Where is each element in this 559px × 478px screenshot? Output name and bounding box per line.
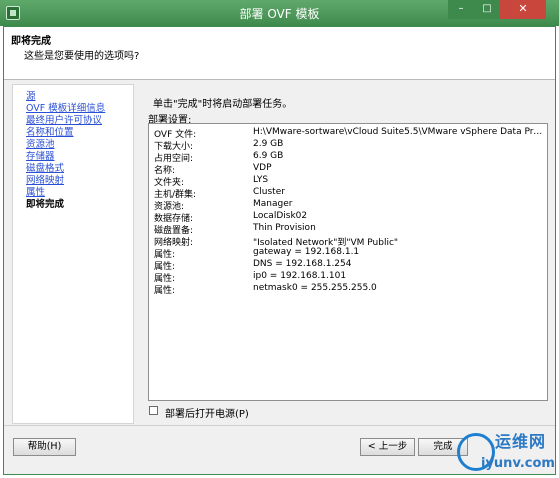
back-button[interactable]: < 上一步 — [360, 438, 415, 456]
page-title: 即将完成 — [11, 36, 51, 47]
setting-value: netmask0 = 255.255.255.0 — [253, 283, 377, 293]
settings-row: 文件夹: LYS — [149, 175, 547, 188]
settings-row: 名称: VDP — [149, 163, 547, 176]
title-bar: 部署 OVF 模板 – □ ✕ — [0, 0, 559, 26]
setting-value: Thin Provision — [253, 223, 316, 233]
footer-divider — [4, 425, 555, 426]
maximize-button[interactable]: □ — [474, 0, 500, 19]
watermark-subtext: iyunv.com — [481, 456, 555, 471]
settings-row: 属性: DNS = 192.168.1.254 — [149, 259, 547, 272]
settings-row: 属性: gateway = 192.168.1.1 — [149, 247, 547, 260]
watermark: 运维网 iyunv.com — [457, 427, 557, 477]
wizard-content: 单击"完成"时将启动部署任务。 部署设置: OVF 文件: H:\VMware-s… — [137, 84, 550, 424]
setting-value: LYS — [253, 175, 269, 185]
settings-row: 网络映射: "Isolated Network"到"VM Public" — [149, 235, 547, 248]
instruction-text: 单击"完成"时将启动部署任务。 — [153, 99, 293, 110]
setting-key: 属性: — [154, 286, 176, 296]
close-button[interactable]: ✕ — [500, 0, 546, 19]
setting-value: gateway = 192.168.1.1 — [253, 247, 360, 257]
help-button[interactable]: 帮助(H) — [13, 438, 76, 456]
setting-value: Cluster — [253, 187, 285, 197]
settings-row: 属性: ip0 = 192.168.1.101 — [149, 271, 547, 284]
settings-row: 占用空间: 6.9 GB — [149, 151, 547, 164]
settings-row: 数据存储: LocalDisk02 — [149, 211, 547, 224]
settings-row: 下载大小: 2.9 GB — [149, 139, 547, 152]
setting-value: 6.9 GB — [253, 151, 284, 161]
wizard-step-nav: 源 OVF 模板详细信息 最终用户许可协议 名称和位置 资源池 存储器 磁盘格式… — [12, 84, 134, 424]
setting-value: ip0 = 192.168.1.101 — [253, 271, 347, 281]
settings-row: 资源池: Manager — [149, 199, 547, 212]
deployment-settings-list[interactable]: OVF 文件: H:\VMware-sortware\vCloud Suite5.… — [148, 123, 548, 401]
nav-step-ready-to-complete: 即将完成 — [26, 199, 65, 210]
watermark-text: 运维网 — [495, 432, 547, 451]
setting-value: Manager — [253, 199, 293, 209]
wizard-header: 即将完成 这些是您要使用的选项吗? — [4, 27, 555, 80]
setting-value: VDP — [253, 163, 272, 173]
settings-row: OVF 文件: H:\VMware-sortware\vCloud Suite5.… — [149, 127, 547, 140]
settings-row: 主机/群集: Cluster — [149, 187, 547, 200]
setting-value: H:\VMware-sortware\vCloud Suite5.5\VMwar… — [253, 127, 543, 137]
settings-row: 属性: netmask0 = 255.255.255.0 — [149, 283, 547, 296]
settings-row: 磁盘置备: Thin Provision — [149, 223, 547, 236]
setting-value: 2.9 GB — [253, 139, 284, 149]
wizard-client-area: 即将完成 这些是您要使用的选项吗? 源 OVF 模板详细信息 最终用户许可协议 … — [3, 26, 556, 475]
power-on-checkbox[interactable] — [149, 406, 158, 415]
minimize-button[interactable]: – — [448, 0, 474, 19]
power-on-label[interactable]: 部署后打开电源(P) — [165, 405, 249, 420]
setting-value: LocalDisk02 — [253, 211, 308, 221]
setting-value: DNS = 192.168.1.254 — [253, 259, 352, 269]
page-subtitle: 这些是您要使用的选项吗? — [24, 51, 140, 62]
